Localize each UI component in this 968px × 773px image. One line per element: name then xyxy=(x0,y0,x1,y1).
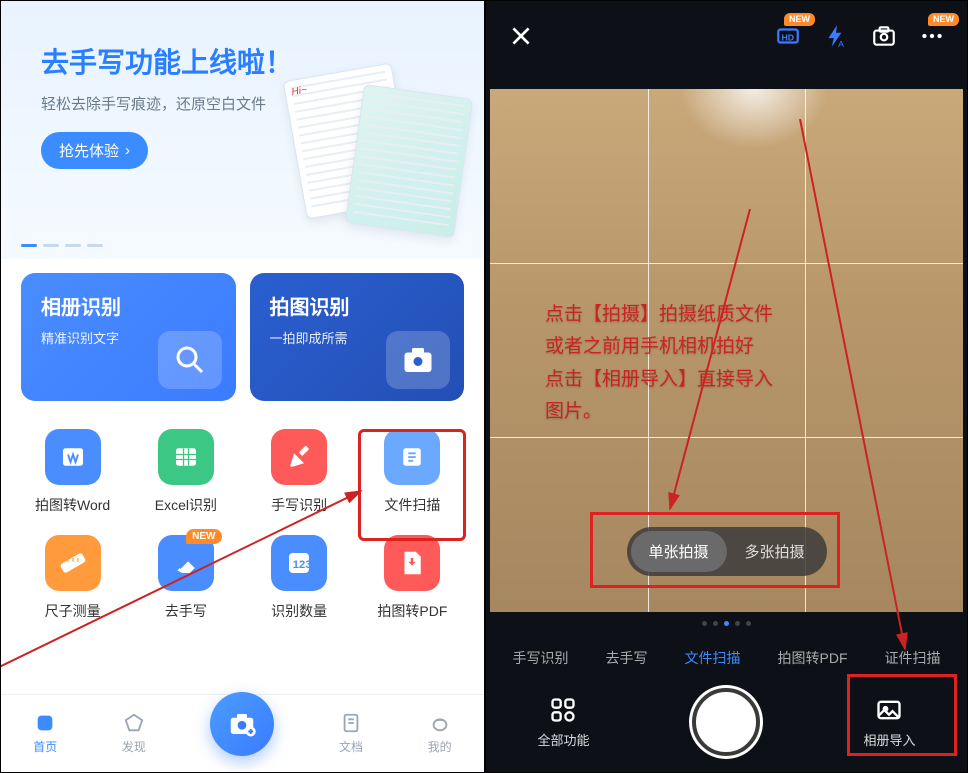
nav-me[interactable]: 我的 xyxy=(428,712,452,755)
hd-button[interactable]: NEW HD xyxy=(775,23,801,54)
scan-icon xyxy=(384,429,440,485)
grid-item-label: 去手写 xyxy=(165,601,207,621)
camera-screen: NEW HD A NEW 点击【拍摄】拍摄纸质文件 或者之前用手机相机拍好 点 xyxy=(486,1,967,772)
single-shot-option[interactable]: 单张拍摄 xyxy=(630,531,726,572)
app-home-screen: 去手写功能上线啦！ 轻松去除手写痕迹，还原空白文件 抢先体验 › Hi~ 相册识… xyxy=(1,1,486,772)
function-grid: 拍图转Word Excel识别 手写识别 文件扫描尺子测量 NEW 去手写 123 识别数量 拍… xyxy=(1,401,484,631)
capture-mode-toggle: 单张拍摄 多张拍摄 xyxy=(626,527,826,576)
scan-mode-tabs: 手写识别 去手写 文件扫描 拍图转PDF 证件扫描 xyxy=(486,648,967,668)
grid-item-label: 手写识别 xyxy=(271,495,327,515)
carousel-indicator xyxy=(21,244,103,247)
grid-item-ruler[interactable]: 尺子测量 xyxy=(21,525,124,631)
grid-item-excel[interactable]: Excel识别 xyxy=(134,419,237,525)
multi-shot-option[interactable]: 多张拍摄 xyxy=(727,531,823,572)
ruler-icon xyxy=(45,535,101,591)
word-icon xyxy=(45,429,101,485)
more-button[interactable]: NEW xyxy=(919,23,945,54)
grid-item-erase[interactable]: NEW 去手写 xyxy=(134,525,237,631)
camera-viewfinder[interactable]: 点击【拍摄】拍摄纸质文件 或者之前用手机相机拍好 点击【相册导入】直接导入 图片… xyxy=(490,89,963,612)
mode-pager-dots xyxy=(486,621,967,626)
chevron-right-icon: › xyxy=(125,142,130,159)
grid-item-label: 识别数量 xyxy=(271,601,327,621)
nav-docs[interactable]: 文档 xyxy=(339,712,363,755)
all-functions-button[interactable]: 全部功能 xyxy=(537,696,589,749)
grid-item-label: Excel识别 xyxy=(155,495,217,515)
grid-item-word[interactable]: 拍图转Word xyxy=(21,419,124,525)
promo-banner[interactable]: 去手写功能上线啦！ 轻松去除手写痕迹，还原空白文件 抢先体验 › Hi~ xyxy=(1,1,484,259)
nav-discover[interactable]: 发现 xyxy=(122,712,146,755)
close-button[interactable] xyxy=(508,23,534,54)
bottom-navigation: 首页 发现 文档 我的 xyxy=(1,694,484,772)
grid-item-pdf[interactable]: 拍图转PDF xyxy=(361,525,464,631)
grid-item-label: 拍图转Word xyxy=(35,495,110,515)
svg-text:HD: HD xyxy=(782,32,795,42)
gallery-import-button[interactable]: 相册导入 xyxy=(863,696,915,749)
photo-recognize-card[interactable]: 拍图识别 一拍即成所需 xyxy=(250,273,465,401)
handwriting-icon xyxy=(271,429,327,485)
flash-button[interactable]: A xyxy=(823,23,849,54)
annotation-arrow-3 xyxy=(790,119,950,659)
mode-tab-手写识别[interactable]: 手写识别 xyxy=(513,648,569,668)
new-badge: NEW xyxy=(186,529,221,544)
try-now-button[interactable]: 抢先体验 › xyxy=(41,132,148,169)
nav-home[interactable]: 首页 xyxy=(33,712,57,755)
shutter-button[interactable] xyxy=(692,688,760,756)
banner-illustration: Hi~ xyxy=(304,61,474,231)
camera-icon xyxy=(386,331,450,389)
annotation-instruction-text: 点击【拍摄】拍摄纸质文件 或者之前用手机相机拍好 点击【相册导入】直接导入 图片… xyxy=(545,299,773,428)
mode-tab-去手写[interactable]: 去手写 xyxy=(606,648,648,668)
grid-item-label: 拍图转PDF xyxy=(377,601,447,621)
grid-item-handwriting[interactable]: 手写识别 xyxy=(248,419,351,525)
grid-item-label: 尺子测量 xyxy=(45,601,101,621)
camera-switch-button[interactable] xyxy=(871,23,897,54)
grid-item-label: 文件扫描 xyxy=(384,495,440,515)
count-icon: 123 xyxy=(271,535,327,591)
mode-tab-拍图转PDF[interactable]: 拍图转PDF xyxy=(778,648,848,668)
pdf-icon xyxy=(384,535,440,591)
svg-text:A: A xyxy=(838,38,844,48)
grid-item-count[interactable]: 123 识别数量 xyxy=(248,525,351,631)
svg-text:123: 123 xyxy=(293,559,312,571)
mode-tab-文件扫描[interactable]: 文件扫描 xyxy=(685,648,741,668)
grid-item-scan[interactable]: 文件扫描 xyxy=(361,419,464,525)
camera-fab[interactable] xyxy=(210,692,274,756)
mode-tab-证件扫描[interactable]: 证件扫描 xyxy=(885,648,941,668)
magnifier-icon xyxy=(158,331,222,389)
excel-icon xyxy=(158,429,214,485)
album-recognize-card[interactable]: 相册识别 精准识别文字 xyxy=(21,273,236,401)
